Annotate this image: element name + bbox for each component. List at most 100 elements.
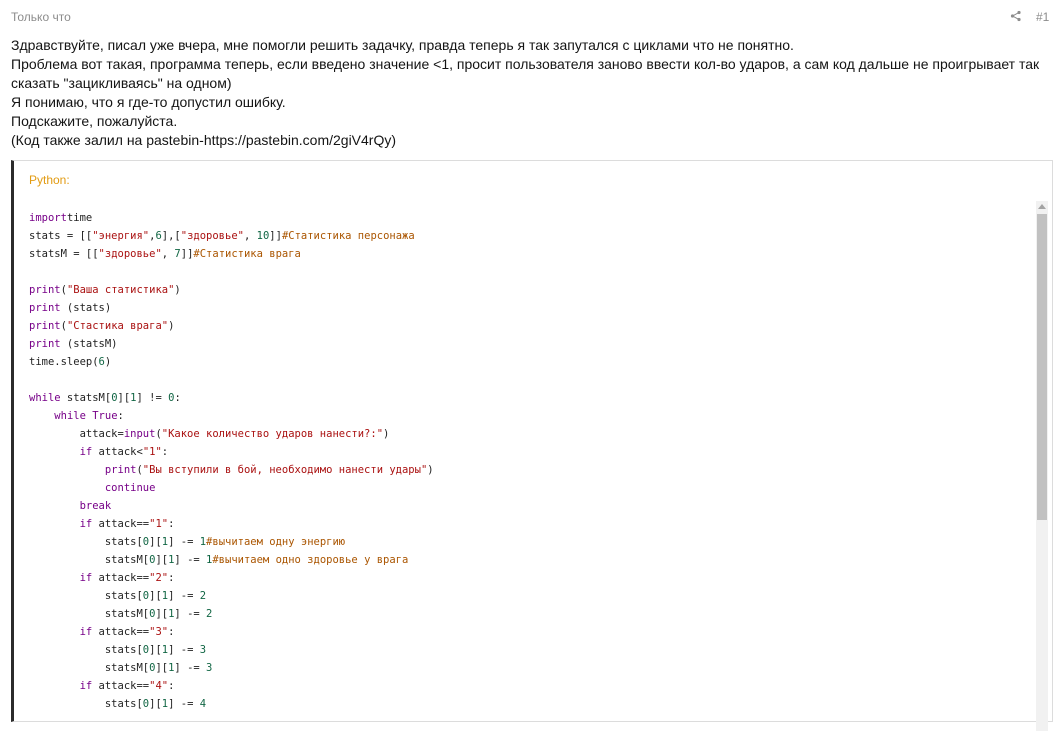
code-token: 10 <box>256 230 270 242</box>
code-token: attack= <box>29 428 124 440</box>
code-scrollbar[interactable] <box>1036 201 1048 731</box>
code-token: : <box>168 680 175 692</box>
post-paragraph: Подскажите, пожалуйста. <box>11 113 178 129</box>
code-token: ] -= <box>174 554 207 566</box>
code-token: time.sleep( <box>29 356 99 368</box>
code-token: attack== <box>92 518 150 530</box>
code-token: ][ <box>155 662 169 674</box>
code-token: ][ <box>149 698 162 710</box>
code-line: if attack=="3": <box>29 623 434 641</box>
code-token: (stats) <box>60 302 112 314</box>
code-line: importtime <box>29 209 434 227</box>
code-token: 3 <box>206 662 213 674</box>
code-token: statsM = [[ <box>29 248 99 260</box>
code-line: attack=input("Какое количество ударов на… <box>29 425 434 443</box>
code-token: stats[ <box>29 644 143 656</box>
code-token: stats = [[ <box>29 230 93 242</box>
code-token: ][ <box>149 590 162 602</box>
code-line: continue <box>29 479 434 497</box>
code-token: break <box>79 500 112 512</box>
code-line: while statsM[0][1] != 0: <box>29 389 434 407</box>
code-line: if attack=="2": <box>29 569 434 587</box>
post-paragraph: (Код также залил на pastebin-https://pas… <box>11 132 397 148</box>
code-token: input <box>123 428 156 440</box>
code-token: while <box>29 392 61 404</box>
code-line: if attack=="4": <box>29 677 434 695</box>
code-token: 2 <box>206 608 213 620</box>
code-token: statsM[ <box>29 608 150 620</box>
code-token: "здоровье" <box>180 230 244 242</box>
post-time: Только что <box>11 10 71 24</box>
code-line: print (statsM) <box>29 335 434 353</box>
code-token: ) <box>104 356 112 368</box>
code-line: statsM[0][1] -= 1#вычитаем одно здоровье… <box>29 551 434 569</box>
code-token: attack== <box>92 572 150 584</box>
code-token: ] -= <box>168 644 200 656</box>
post-paragraph: Здравствуйте, писал уже вчера, мне помог… <box>11 37 794 53</box>
code-token: while <box>54 410 86 422</box>
code-token: if <box>79 572 93 584</box>
code-language-label: Python: <box>29 173 70 187</box>
code-token: attack== <box>92 680 150 692</box>
post-number-link[interactable]: #1 <box>1036 10 1049 24</box>
code-token: 3 <box>199 644 207 656</box>
code-token: print <box>29 320 61 332</box>
code-line: if attack=="1": <box>29 515 434 533</box>
code-token: #вычитаем одну энергию <box>206 536 346 548</box>
code-token: ]] <box>180 248 194 260</box>
code-line: stats[0][1] -= 3 <box>29 641 434 659</box>
code-token: print <box>104 464 137 476</box>
code-token: statsM[ <box>29 662 150 674</box>
code-token: statsM[ <box>60 392 112 404</box>
code-content[interactable]: importtime stats = [["энергия",6],["здоро… <box>29 209 434 713</box>
code-line: time.sleep(6) <box>29 353 434 371</box>
code-token: "Вы вступили в бой, необходимо нанести у… <box>142 464 428 476</box>
code-token: ],[ <box>161 230 181 242</box>
code-token: : <box>168 518 175 530</box>
code-token: ] -= <box>168 698 200 710</box>
code-line: while True: <box>29 407 434 425</box>
code-token: if <box>79 680 93 692</box>
code-token: "3" <box>149 626 169 638</box>
code-token: ][ <box>149 536 162 548</box>
code-line: stats[0][1] -= 1#вычитаем одну энергию <box>29 533 434 551</box>
code-token: "Стастика врага" <box>66 320 169 332</box>
share-icon[interactable] <box>1009 9 1023 23</box>
code-line: statsM = [["здоровье", 7]]#Статистика вр… <box>29 245 434 263</box>
code-token: : <box>161 446 169 458</box>
code-token: 2 <box>199 590 207 602</box>
code-line: stats = [["энергия",6],["здоровье", 10]]… <box>29 227 434 245</box>
code-line: break <box>29 497 434 515</box>
scrollbar-thumb[interactable] <box>1037 214 1047 520</box>
code-token: ][ <box>155 554 169 566</box>
code-token: attack== <box>92 626 150 638</box>
post-body: Здравствуйте, писал уже вчера, мне помог… <box>11 36 1051 150</box>
code-line: print (stats) <box>29 299 434 317</box>
code-token: ) <box>383 428 390 440</box>
code-token: #вычитаем одно здоровье у врага <box>212 554 409 566</box>
code-line: statsM[0][1] -= 3 <box>29 659 434 677</box>
code-token: attack< <box>92 446 143 458</box>
code-line: print("Вы вступили в бой, необходимо нан… <box>29 461 434 479</box>
code-token: stats[ <box>29 698 143 710</box>
code-token: ] -= <box>168 536 200 548</box>
code-token: : <box>117 410 124 422</box>
scroll-up-arrow-icon[interactable] <box>1038 204 1046 209</box>
code-token: : <box>168 572 175 584</box>
code-line: print("Ваша статистика") <box>29 281 434 299</box>
code-token: : <box>174 392 181 404</box>
code-token: "2" <box>149 572 169 584</box>
code-token: ][ <box>155 608 169 620</box>
code-token: ] -= <box>174 608 207 620</box>
code-token: 4 <box>199 698 207 710</box>
code-token: (statsM) <box>60 338 118 350</box>
code-token: ) <box>174 284 181 296</box>
